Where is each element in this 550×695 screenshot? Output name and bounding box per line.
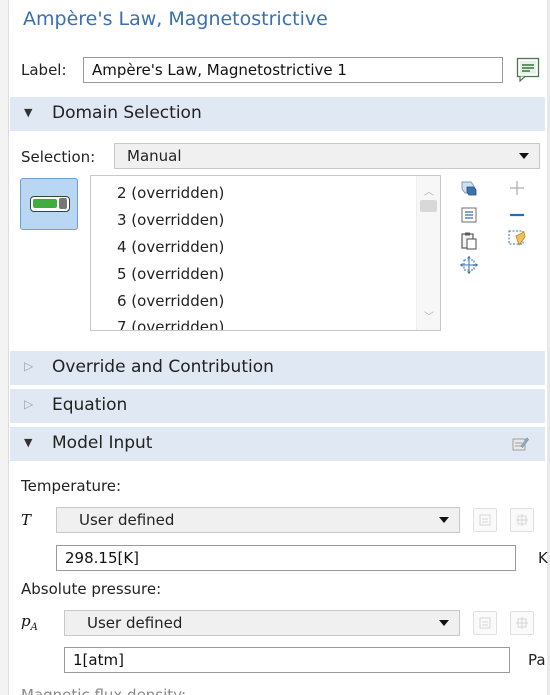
section-override-contribution[interactable]: ▷ Override and Contribution [10, 351, 545, 385]
domain-list[interactable]: 2 (overridden) 3 (overridden) 4 (overrid… [90, 175, 441, 331]
edit-label-icon[interactable] [516, 56, 540, 83]
temperature-source-value: User defined [79, 511, 175, 529]
temperature-unit: K [538, 549, 548, 567]
list-item[interactable]: 4 (overridden) [117, 238, 224, 256]
pressure-unit: Pa [528, 651, 546, 669]
selection-label: Selection: [21, 148, 96, 166]
list-scrollbar[interactable]: ︿ ﹀ [416, 176, 440, 330]
chevron-down-icon [519, 153, 529, 159]
go-to-source-icon[interactable] [473, 508, 497, 532]
collapsed-arrow-icon: ▷ [24, 359, 34, 373]
chevron-down-icon [439, 517, 449, 523]
section-equation[interactable]: ▷ Equation [10, 389, 545, 423]
temperature-source-dropdown[interactable]: User defined [56, 507, 460, 533]
section-domain-selection[interactable]: ▼ Domain Selection [10, 97, 545, 131]
copy-selection-icon[interactable] [459, 178, 479, 198]
list-item[interactable]: 3 (overridden) [117, 211, 224, 229]
list-item[interactable]: 6 (overridden) [117, 292, 224, 310]
go-to-source-icon[interactable] [473, 611, 497, 635]
expanded-arrow-icon: ▼ [24, 106, 33, 119]
scroll-up-icon[interactable]: ︿ [424, 183, 434, 198]
zoom-to-selection-icon[interactable] [459, 255, 479, 275]
magnetic-flux-density-label: Magnetic flux density: [21, 686, 187, 695]
scroll-thumb[interactable] [420, 200, 437, 212]
clear-selection-icon[interactable] [507, 228, 527, 248]
active-toggle-button[interactable] [20, 178, 78, 230]
list-item[interactable]: 7 (overridden) [117, 318, 224, 330]
settings-panel: Ampère's Law, Magnetostrictive Label: Am… [10, 0, 548, 695]
label-caption: Label: [21, 61, 67, 79]
section-model-input[interactable]: ▼ Model Input [10, 427, 545, 461]
section-title: Override and Contribution [52, 357, 274, 377]
list-item[interactable]: 5 (overridden) [117, 265, 224, 283]
label-field[interactable]: Ampère's Law, Magnetostrictive 1 [83, 57, 503, 83]
list-item[interactable]: 2 (overridden) [117, 184, 224, 202]
pressure-symbol: pA [21, 612, 38, 633]
selection-value: Manual [127, 147, 182, 165]
temperature-label: Temperature: [21, 477, 122, 495]
section-title: Model Input [52, 433, 153, 453]
edit-settings-icon[interactable] [511, 435, 529, 457]
paste-selection-list-icon[interactable] [459, 205, 479, 225]
pressure-source-dropdown[interactable]: User defined [64, 610, 460, 636]
temperature-symbol: T [21, 511, 32, 529]
section-title: Equation [52, 395, 128, 415]
create-source-icon[interactable] [510, 508, 534, 532]
toggle-switch-icon [30, 196, 70, 212]
feature-title: Ampère's Law, Magnetostrictive [23, 8, 328, 30]
collapsed-arrow-icon: ▷ [24, 397, 34, 411]
label-row: Label: Ampère's Law, Magnetostrictive 1 [10, 56, 545, 84]
pressure-label: Absolute pressure: [21, 580, 162, 598]
pressure-subscript: A [30, 622, 38, 633]
paste-icon[interactable] [459, 231, 479, 251]
chevron-down-icon [439, 620, 449, 626]
add-icon[interactable] [507, 178, 527, 198]
section-title: Domain Selection [52, 103, 202, 123]
selection-dropdown[interactable]: Manual [114, 143, 540, 169]
create-source-icon[interactable] [510, 611, 534, 635]
expanded-arrow-icon: ▼ [24, 436, 33, 449]
left-panel-edge [0, 0, 9, 695]
pressure-value-field[interactable]: 1[atm] [64, 647, 510, 673]
temperature-value-field[interactable]: 298.15[K] [56, 545, 516, 571]
pressure-source-value: User defined [87, 614, 183, 632]
remove-icon[interactable] [507, 205, 527, 225]
scroll-down-icon[interactable]: ﹀ [424, 308, 434, 323]
